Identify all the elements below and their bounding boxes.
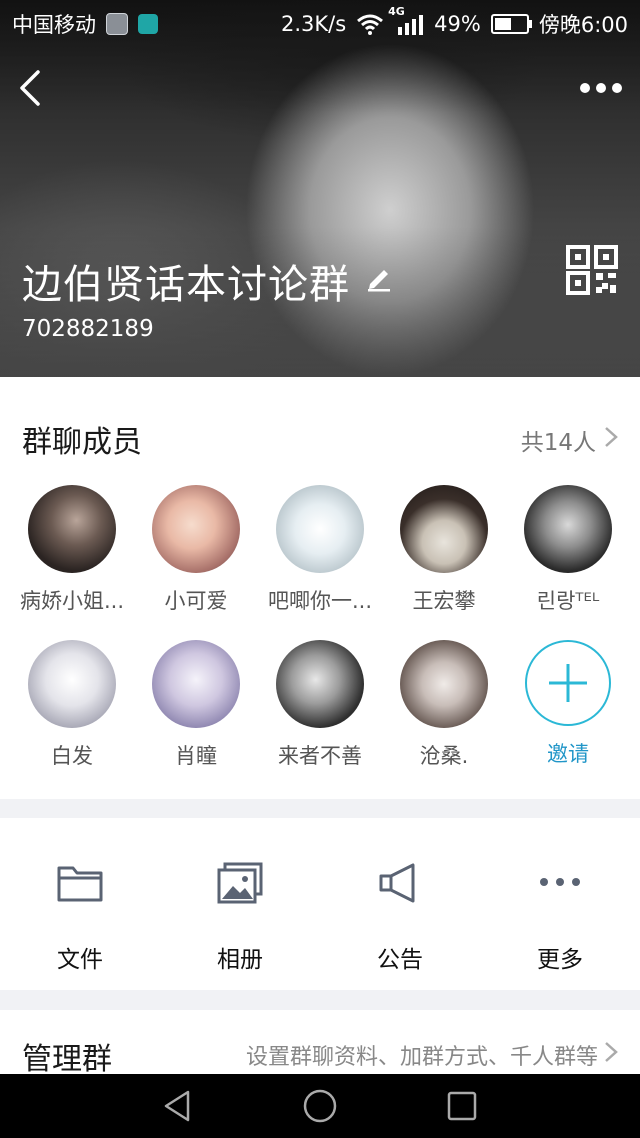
members-section-title: 群聊成员 bbox=[22, 425, 142, 460]
chevron-right-icon bbox=[605, 1042, 618, 1062]
network-speed: 2.3K/s bbox=[280, 12, 347, 36]
member-avatar bbox=[28, 485, 116, 573]
carrier-label: 中国移动 bbox=[12, 13, 96, 37]
member-item[interactable]: 病娇小姐... bbox=[10, 485, 134, 615]
wifi-icon bbox=[357, 14, 384, 35]
member-avatar bbox=[276, 640, 364, 728]
member-item[interactable]: 吧唧你一... bbox=[258, 485, 382, 615]
files-label: 文件 bbox=[57, 947, 103, 973]
group-number: 702882189 bbox=[22, 316, 154, 342]
battery-icon bbox=[490, 14, 532, 34]
member-item[interactable]: 来者不善 bbox=[258, 640, 382, 770]
manage-group-row[interactable]: 管理群 设置群聊资料、加群方式、千人群等 bbox=[0, 1010, 640, 1077]
member-item[interactable]: 沧桑. bbox=[382, 640, 506, 770]
back-arrow-icon[interactable] bbox=[12, 66, 52, 110]
chevron-right-icon[interactable] bbox=[602, 425, 620, 449]
member-name: 白发 bbox=[51, 744, 93, 768]
status-bar: 中国移动 2.3K/s 4G 49% 傍晚6:00 bbox=[0, 0, 640, 44]
member-item[interactable]: 린랑ᵀᴱᴸ bbox=[506, 485, 630, 615]
shield-notification-icon bbox=[138, 14, 158, 34]
qr-code-icon[interactable] bbox=[566, 245, 618, 295]
system-navigation-bar bbox=[0, 1074, 640, 1138]
clock: 傍晚6:00 bbox=[538, 13, 628, 37]
more-options-icon[interactable] bbox=[576, 70, 626, 106]
invite-member-button[interactable]: 邀请 bbox=[506, 640, 630, 768]
member-item[interactable]: 白发 bbox=[10, 640, 134, 770]
announcement-button[interactable]: 公告 bbox=[320, 818, 480, 990]
member-avatar bbox=[400, 640, 488, 728]
member-item[interactable]: 王宏攀 bbox=[382, 485, 506, 615]
member-name: 来者不善 bbox=[278, 744, 362, 768]
gallery-notification-icon bbox=[106, 13, 128, 35]
member-name: 肖瞳 bbox=[175, 744, 217, 768]
signal-icon: 4G bbox=[388, 5, 424, 35]
back-triangle-icon[interactable] bbox=[160, 1088, 196, 1124]
group-features-grid: 文件 相册 公告 更多 bbox=[0, 818, 640, 990]
manage-group-description: 设置群聊资料、加群方式、千人群等 bbox=[245, 1045, 598, 1070]
manage-group-title: 管理群 bbox=[22, 1042, 112, 1077]
group-cover-header: 中国移动 2.3K/s 4G 49% 傍晚6:00 边伯贤话本讨论群 70288… bbox=[0, 0, 640, 377]
battery-level bbox=[494, 18, 512, 30]
member-name: 小可爱 bbox=[164, 589, 228, 613]
recent-apps-icon[interactable] bbox=[444, 1088, 480, 1124]
edit-pencil-icon[interactable] bbox=[364, 262, 394, 292]
member-avatar bbox=[152, 485, 240, 573]
invite-label: 邀请 bbox=[547, 742, 589, 766]
album-label: 相册 bbox=[217, 947, 263, 973]
more-dots-icon bbox=[540, 878, 580, 886]
more-label: 更多 bbox=[537, 947, 583, 973]
member-avatar bbox=[400, 485, 488, 573]
member-name: 王宏攀 bbox=[412, 589, 476, 613]
home-circle-icon[interactable] bbox=[302, 1088, 338, 1124]
member-item[interactable]: 肖瞳 bbox=[134, 640, 258, 770]
member-name: 린랑ᵀᴱᴸ bbox=[536, 589, 600, 613]
album-icon bbox=[217, 862, 263, 904]
megaphone-icon bbox=[379, 863, 415, 903]
member-count-link[interactable]: 共14人 bbox=[521, 423, 596, 457]
member-item[interactable]: 小可爱 bbox=[134, 485, 258, 615]
top-nav-bar bbox=[0, 60, 640, 120]
folder-icon bbox=[57, 866, 103, 902]
album-button[interactable]: 相册 bbox=[160, 818, 320, 990]
member-name: 病娇小姐... bbox=[19, 589, 125, 613]
group-members-section: 群聊成员 共14人 病娇小姐... 小可爱 吧唧你一... 王宏攀 린랑ᵀᴱᴸ … bbox=[0, 377, 640, 799]
battery-percent: 49% bbox=[434, 12, 481, 36]
group-name: 边伯贤话本讨论群 bbox=[22, 262, 350, 308]
member-name: 沧桑. bbox=[419, 744, 469, 768]
member-name: 吧唧你一... bbox=[267, 589, 373, 613]
invite-circle[interactable] bbox=[525, 640, 611, 726]
plus-icon bbox=[549, 664, 587, 702]
more-features-button[interactable]: 更多 bbox=[480, 818, 640, 990]
member-avatar bbox=[276, 485, 364, 573]
member-avatar bbox=[152, 640, 240, 728]
member-avatar bbox=[524, 485, 612, 573]
announcement-label: 公告 bbox=[377, 947, 423, 973]
files-button[interactable]: 文件 bbox=[0, 818, 160, 990]
member-avatar bbox=[28, 640, 116, 728]
